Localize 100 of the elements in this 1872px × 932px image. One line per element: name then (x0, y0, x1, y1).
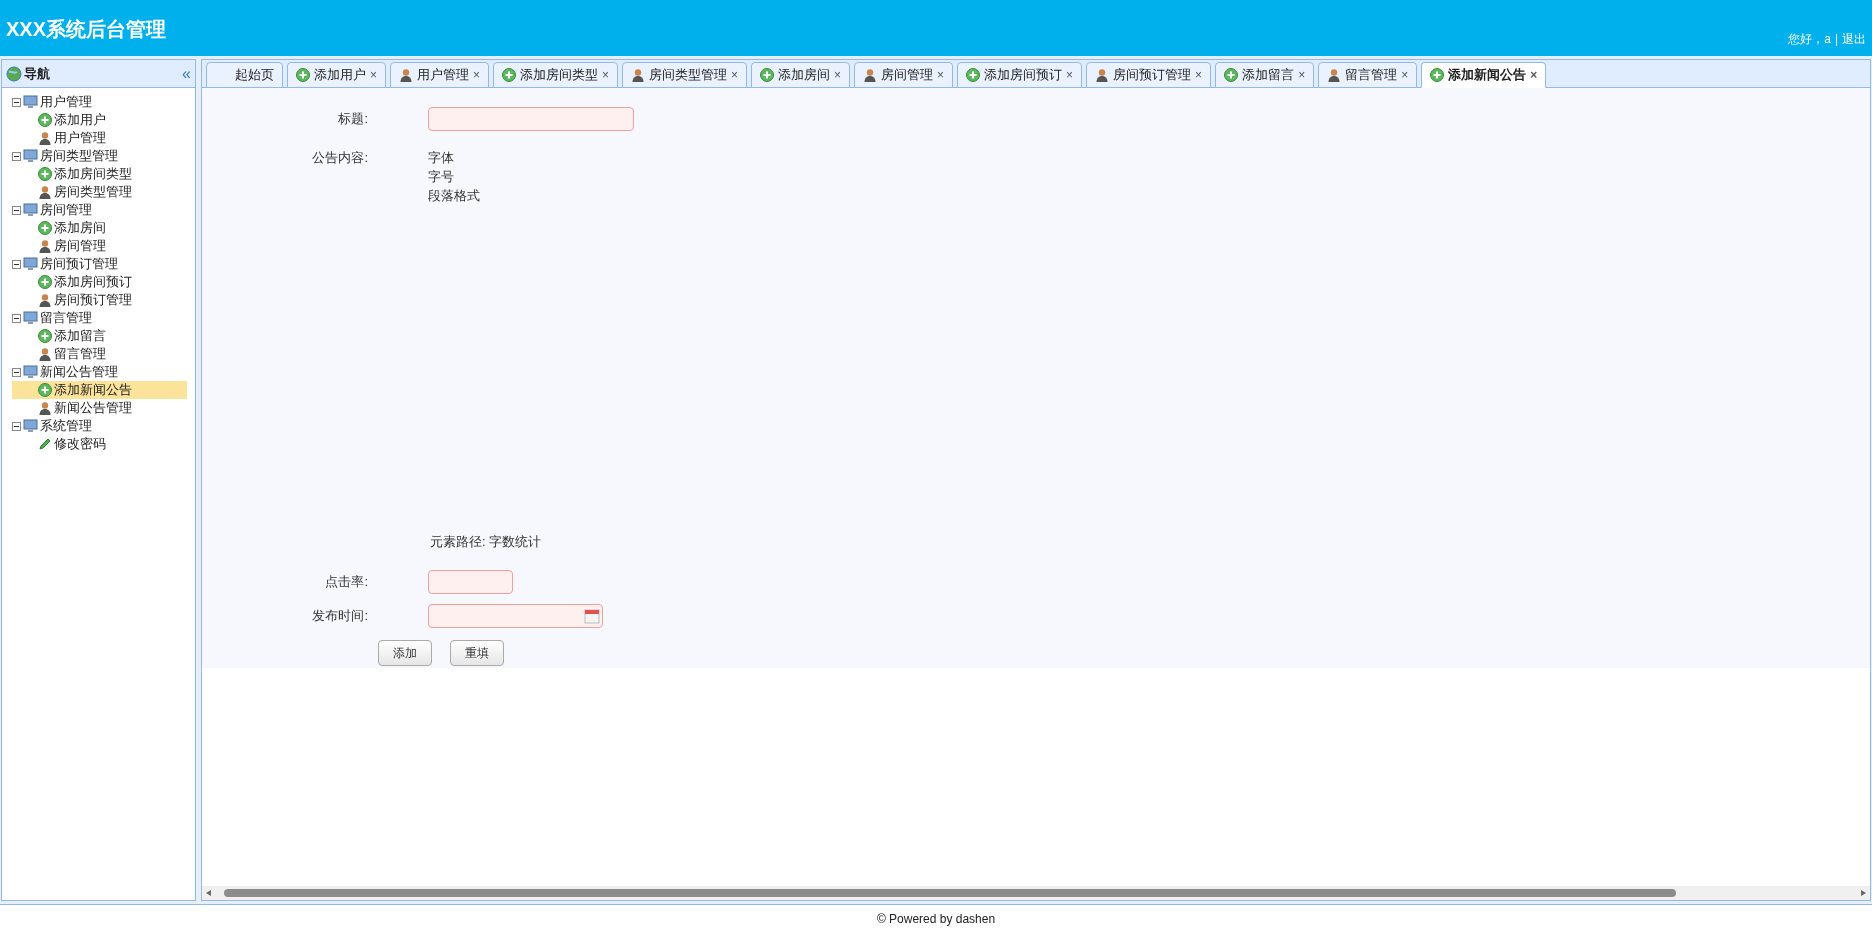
tree-group[interactable]: 房间预订管理 (40, 254, 118, 274)
editor-menu[interactable]: 字号 (428, 167, 480, 186)
computer-icon (23, 203, 38, 217)
plus-circle-icon (966, 68, 981, 82)
tree-item[interactable]: 新闻公告管理 (12, 399, 187, 417)
sidebar-title: 导航 (24, 64, 50, 83)
tree-group[interactable]: 留言管理 (40, 308, 92, 328)
footer-text: © Powered by dashen (876, 910, 996, 928)
minus-box-icon[interactable] (12, 313, 21, 323)
editor-menu[interactable]: 段落格式 (428, 186, 480, 205)
scroll-right-icon[interactable] (1860, 890, 1866, 896)
pencil-icon (38, 437, 52, 451)
editor-menu[interactable]: 字体 (428, 148, 480, 167)
tab-close-icon[interactable]: × (1195, 66, 1203, 84)
computer-icon (23, 365, 38, 379)
plus-circle-icon (38, 275, 52, 289)
tab[interactable]: 房间预订管理 × (1086, 62, 1212, 88)
tab-close-icon[interactable]: × (1530, 66, 1538, 84)
separator: | (1834, 31, 1838, 48)
plus-circle-icon (296, 68, 310, 82)
tab[interactable]: 用户管理 × (390, 62, 490, 88)
tree-item[interactable]: 添加房间类型 (12, 165, 187, 183)
person-icon (38, 293, 52, 307)
tab-close-icon[interactable]: × (1298, 66, 1306, 84)
computer-icon (23, 311, 38, 325)
minus-box-icon[interactable] (12, 205, 21, 215)
tree-item[interactable]: 添加新闻公告 (12, 381, 187, 399)
form-label: 点击率: (324, 572, 368, 591)
tree-item[interactable]: 房间管理 (12, 237, 187, 255)
tree-group[interactable]: 用户管理 (40, 92, 92, 112)
computer-icon (23, 95, 38, 109)
date-input[interactable] (428, 603, 603, 628)
person-icon (38, 239, 52, 253)
tab[interactable]: 房间类型管理 × (622, 62, 748, 88)
tree-item[interactable]: 添加留言 (12, 327, 187, 345)
clicks-input[interactable] (428, 569, 513, 594)
globe-icon (6, 65, 22, 82)
plus-circle-icon (38, 113, 52, 127)
tab[interactable]: 添加用户 × (287, 62, 386, 88)
add-button[interactable]: 添加 (378, 639, 432, 666)
tab[interactable]: 添加房间类型 × (493, 62, 619, 88)
tab-close-icon[interactable]: × (1401, 66, 1409, 84)
minus-box-icon[interactable] (12, 97, 21, 107)
tab-close-icon[interactable]: × (834, 66, 842, 84)
tab-close-icon[interactable]: × (1066, 66, 1074, 84)
minus-box-icon[interactable] (12, 421, 21, 431)
person-icon (38, 401, 52, 415)
tab[interactable]: 添加房间 × (751, 62, 851, 88)
tab[interactable]: 添加房间预订 × (957, 62, 1083, 88)
tree-item[interactable]: 添加房间 (12, 219, 187, 237)
tree-item[interactable]: 用户管理 (12, 129, 187, 147)
person-icon (38, 347, 52, 361)
tree-group[interactable]: 房间管理 (40, 200, 92, 220)
plus-circle-icon (38, 221, 52, 235)
tree-item[interactable]: 修改密码 (12, 435, 187, 453)
plus-circle-icon (502, 68, 517, 82)
plus-circle-icon (760, 68, 775, 82)
collapse-button[interactable]: « (182, 65, 191, 82)
tree-item[interactable]: 添加房间预订 (12, 273, 187, 291)
person-icon (38, 185, 52, 199)
tab[interactable]: 添加留言 × (1215, 62, 1315, 88)
tree-item[interactable]: 房间预订管理 (12, 291, 187, 309)
minus-box-icon[interactable] (12, 151, 21, 161)
tab[interactable]: 留言管理 × (1318, 62, 1418, 88)
tab-close-icon[interactable]: × (731, 66, 739, 84)
editor-status: 元素路径: 字数统计 (430, 534, 542, 549)
tree-item[interactable]: 留言管理 (12, 345, 187, 363)
tab[interactable]: 起始页 (206, 62, 283, 88)
person-icon (1095, 68, 1110, 82)
tree-item[interactable]: 添加用户 (12, 111, 187, 129)
tab-close-icon[interactable]: × (602, 66, 610, 84)
plus-circle-icon (1224, 68, 1239, 82)
form-label: 标题: (337, 110, 368, 129)
title-input[interactable] (428, 107, 634, 131)
plus-circle-icon (38, 329, 52, 343)
tab-close-icon[interactable]: × (370, 66, 377, 84)
greeting: 您好，a (1788, 31, 1831, 48)
reset-button[interactable]: 重填 (450, 639, 504, 666)
person-icon (631, 68, 646, 82)
tab-close-icon[interactable]: × (473, 66, 481, 84)
tree-group[interactable]: 房间类型管理 (40, 146, 118, 166)
scroll-left-icon[interactable] (206, 890, 212, 896)
tree-group[interactable]: 系统管理 (40, 416, 92, 436)
form-label: 发布时间: (311, 606, 368, 625)
person-icon (38, 131, 52, 145)
computer-icon (23, 257, 38, 271)
scrollbar-thumb[interactable] (224, 889, 1676, 897)
person-icon (863, 68, 878, 82)
app-title: XXX系统后台管理 (6, 17, 167, 42)
minus-box-icon[interactable] (12, 259, 21, 269)
tree-item[interactable]: 房间类型管理 (12, 183, 187, 201)
tab[interactable]: 添加新闻公告 × (1421, 62, 1547, 88)
horizontal-scrollbar[interactable] (202, 886, 1870, 900)
computer-icon (23, 149, 38, 163)
form-label: 公告内容: (311, 149, 368, 167)
calendar-icon[interactable] (584, 607, 600, 624)
tab[interactable]: 房间管理 × (854, 62, 954, 88)
minus-box-icon[interactable] (12, 367, 21, 377)
tree-group[interactable]: 新闻公告管理 (40, 362, 118, 382)
tab-close-icon[interactable]: × (937, 66, 945, 84)
